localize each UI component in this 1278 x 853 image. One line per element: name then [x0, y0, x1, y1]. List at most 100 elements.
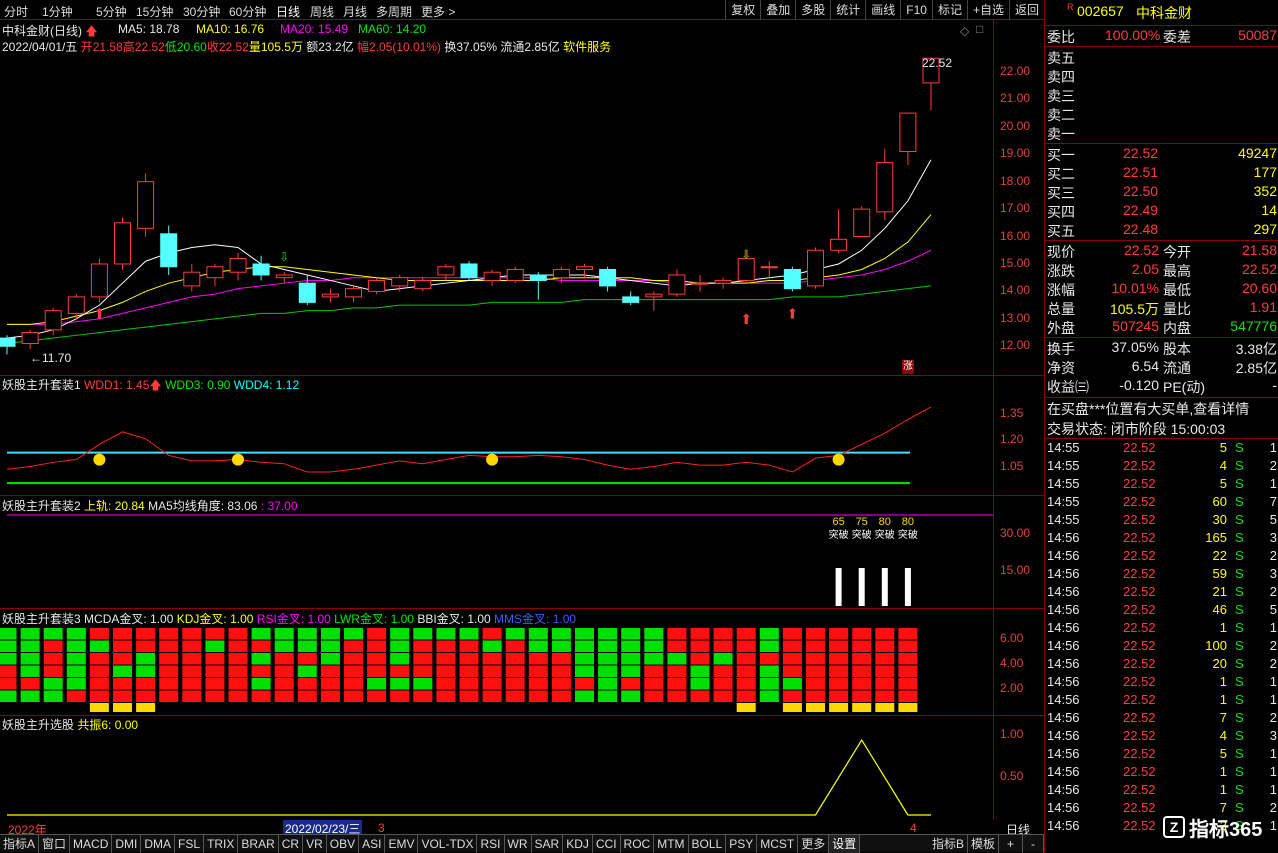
tab-13[interactable]: VOL-TDX	[418, 835, 478, 853]
tab-indicator-b[interactable]: 指标B	[929, 835, 968, 853]
period-5min[interactable]: 5分钟	[96, 3, 127, 20]
f10-button[interactable]: F10	[900, 0, 932, 20]
signal-cell	[344, 678, 363, 690]
period-weekly[interactable]: 周线	[310, 3, 334, 20]
tab-4[interactable]: DMA	[141, 835, 176, 853]
ind3-kdj: KDJ金叉: 1.00	[176, 612, 254, 626]
diamond-icon[interactable]: ◇	[960, 24, 969, 38]
divider	[1045, 337, 1278, 338]
buy-row[interactable]: 买五 22.48 297	[1045, 221, 1278, 239]
chart-area[interactable]: 65 突破 75 突破 80 突破 80 突破 ⬆ ⬆ ⬆ ⇩ ⇩ 中科金财(日线) 🡅 MA5: 18…	[0, 20, 1044, 820]
candle-body	[414, 279, 432, 290]
buy-row[interactable]: 买四 22.49 14	[1045, 202, 1278, 220]
tab-12[interactable]: EMV	[385, 835, 419, 853]
period-multi[interactable]: 多周期	[376, 3, 412, 20]
tab-remove[interactable]: -	[1023, 835, 1044, 853]
tab-20[interactable]: MTM	[654, 835, 689, 853]
notice-row[interactable]: 在买盘***位置有大买单,查看详情	[1045, 399, 1278, 417]
signal-cell	[113, 640, 132, 652]
signal-cell	[459, 678, 479, 690]
tab-22[interactable]: PSY	[726, 835, 758, 853]
sell-row: 卖二	[1045, 105, 1278, 123]
tick-count: 5	[1269, 602, 1277, 617]
period-15min[interactable]: 15分钟	[136, 3, 173, 20]
tab-add[interactable]: +	[999, 835, 1023, 853]
signal-cell	[0, 665, 17, 677]
buy-row[interactable]: 买一 22.52 49247	[1045, 145, 1278, 163]
multi-stock-button[interactable]: 多股	[795, 0, 830, 20]
tab-3[interactable]: DMI	[112, 835, 142, 853]
tab-8[interactable]: CR	[279, 835, 304, 853]
signal-cell	[598, 653, 618, 665]
signal-cell	[690, 690, 710, 702]
tab-0[interactable]: 指标A	[0, 835, 40, 853]
tab-25[interactable]: 设置	[829, 835, 861, 853]
tab-template[interactable]: 模板	[968, 835, 999, 853]
tab-11[interactable]: ASI	[359, 835, 386, 853]
tab-15[interactable]: WR	[505, 835, 532, 853]
yellow-cell	[89, 703, 109, 712]
signal-cell	[436, 640, 456, 652]
period-60min[interactable]: 60分钟	[229, 3, 266, 20]
tab-21[interactable]: BOLL	[689, 835, 727, 853]
signal-cell	[806, 640, 825, 652]
signal-cell	[482, 678, 502, 690]
signal-cell	[898, 690, 918, 702]
tab-23[interactable]: MCST	[757, 835, 799, 853]
signal-cell	[413, 678, 433, 690]
tab-19[interactable]: ROC	[621, 835, 655, 853]
period-30min[interactable]: 30分钟	[183, 3, 220, 20]
overlay-button[interactable]: 叠加	[760, 0, 795, 20]
back-button[interactable]: 返回	[1008, 0, 1044, 20]
signal-cell	[644, 653, 664, 665]
period-fenshi[interactable]: 分时	[4, 3, 28, 20]
signal-cell	[136, 678, 156, 690]
tab-1[interactable]: 窗口	[39, 835, 71, 853]
candle-body	[183, 271, 201, 287]
stat-row: 总量 105.5万 量比 1.91	[1045, 299, 1278, 317]
buy-row[interactable]: 买三 22.50 352	[1045, 183, 1278, 201]
signal-cell	[89, 690, 109, 702]
tab-7[interactable]: BRAR	[238, 835, 279, 853]
signal-cell	[575, 665, 594, 677]
signal-cell	[113, 678, 132, 690]
signal-cell	[20, 640, 40, 652]
tab-5[interactable]: FSL	[175, 835, 205, 853]
signal-cell	[667, 690, 687, 702]
period-more[interactable]: 更多 >	[421, 3, 455, 20]
add-watchlist-button[interactable]: +自选	[966, 0, 1009, 20]
fuquan-button[interactable]: 复权	[725, 0, 760, 20]
mark-button[interactable]: 标记	[931, 0, 967, 20]
tick-time: 14:55	[1047, 512, 1080, 527]
period-monthly[interactable]: 月线	[343, 3, 367, 20]
tab-10[interactable]: OBV	[327, 835, 360, 853]
tab-16[interactable]: SAR	[532, 835, 564, 853]
close-icon[interactable]: □	[976, 22, 983, 36]
tab-9[interactable]: VR	[303, 835, 327, 853]
period-daily[interactable]: 日线	[276, 3, 300, 20]
signal-cell	[644, 678, 664, 690]
signal-cell	[413, 640, 433, 652]
tick-time: 14:55	[1047, 494, 1080, 509]
tab-14[interactable]: RSI	[477, 835, 505, 853]
tab-6[interactable]: TRIX	[204, 835, 239, 853]
buy-row[interactable]: 买二 22.51 177	[1045, 164, 1278, 182]
tick-row: 14:56 22.52 5 S 1	[1045, 746, 1278, 764]
signal-cell	[875, 690, 895, 702]
kline-chart-svg[interactable]: 65突破75突破80突破80突破⬆ ⬆ ⬆⇩ ⇩	[0, 20, 1044, 820]
signal-cell	[852, 665, 872, 677]
ind1-axis-label: 1.05	[1000, 459, 1024, 473]
period-1min[interactable]: 1分钟	[42, 3, 73, 20]
statistics-button[interactable]: 统计	[830, 0, 865, 20]
tab-2[interactable]: MACD	[70, 835, 113, 853]
tab-17[interactable]: KDJ	[563, 835, 593, 853]
signal-cell	[320, 653, 340, 665]
tab-24[interactable]: 更多	[798, 835, 830, 853]
signal-cell	[413, 665, 433, 677]
tick-side: S	[1235, 710, 1244, 725]
big-order-notice[interactable]: 在买盘***位置有大买单,查看详情	[1047, 399, 1249, 419]
tab-18[interactable]: CCI	[593, 835, 621, 853]
candle-body	[137, 181, 155, 229]
draw-line-button[interactable]: 画线	[865, 0, 900, 20]
signal-cell	[829, 628, 849, 640]
